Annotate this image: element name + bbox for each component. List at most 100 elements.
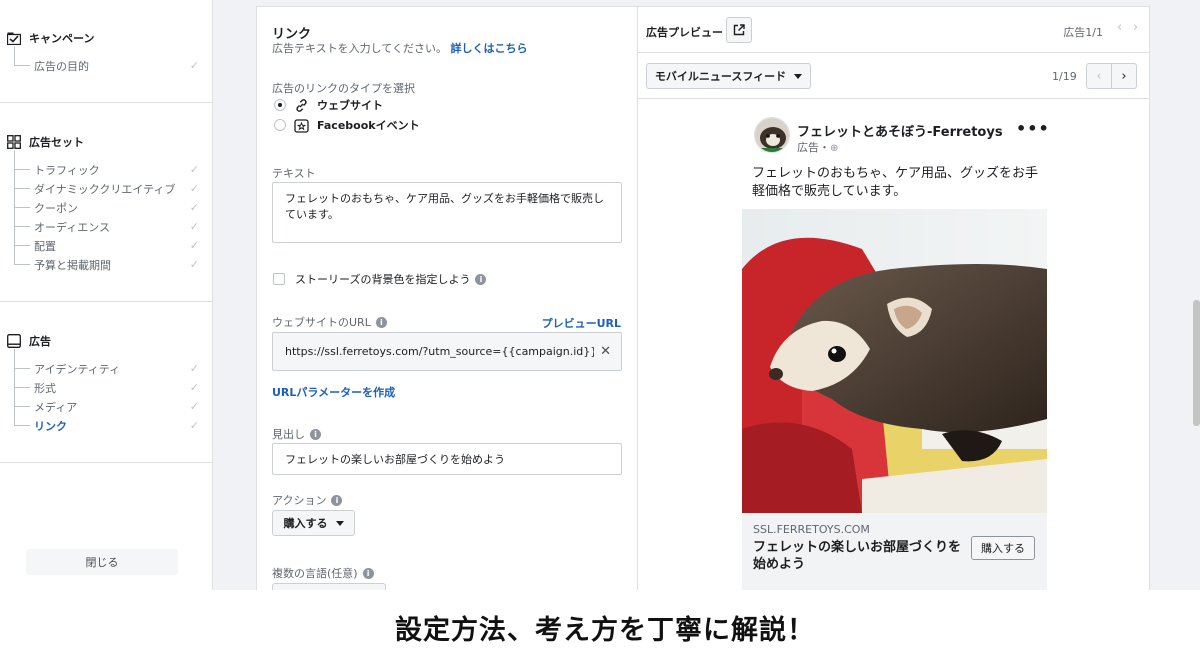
caret-down-icon [794, 73, 803, 79]
sidebar-section-adset[interactable]: 広告セット [6, 134, 84, 150]
ad-count: 広告1/1 [1063, 26, 1103, 39]
sidebar-item-label: リンク [34, 419, 67, 433]
globe-icon: ⊕ [830, 143, 839, 154]
link-editor-panel: リンク 広告テキストを入力してください。 詳しくはこちら 広告のリンクのタイプを… [256, 6, 637, 590]
story-background-option[interactable]: ストーリーズの背景色を指定しよう i [273, 271, 487, 287]
ad-preview-panel: 広告プレビュー 広告1/1 ‹ › モバイルニュースフィード 1/19 ‹ › … [637, 6, 1150, 590]
sidebar-item-label: アイデンティティ [34, 362, 121, 376]
section-subtitle: 広告テキストを入力してください。 詳しくはこちら [272, 42, 528, 55]
sidebar-item-format[interactable]: 形式 ✓ [14, 368, 199, 397]
info-icon[interactable]: i [310, 428, 321, 440]
campaign-folder-icon [6, 31, 21, 46]
preview-title: 広告プレビュー [646, 26, 723, 39]
radio-label: ウェブサイト [317, 99, 383, 112]
external-link-icon [733, 24, 745, 36]
check-icon: ✓ [189, 163, 199, 176]
post-primary-text: フェレットのおもちゃ、ケア用品、グッズをお手軽価格で販売しています。 [752, 166, 1039, 199]
sidebar-section-campaign[interactable]: キャンペーン [6, 30, 94, 46]
action-dropdown[interactable]: 購入する [272, 510, 355, 536]
check-icon: ✓ [189, 239, 199, 252]
check-icon: ✓ [189, 201, 199, 214]
check-icon: ✓ [189, 182, 199, 195]
learn-more-link[interactable]: 詳しくはこちら [451, 42, 528, 55]
link-type-label: 広告のリンクのタイプを選択 [272, 82, 415, 95]
sidebar-item-label: 配置 [34, 239, 56, 253]
radio-facebook-event[interactable]: Facebookイベント [274, 117, 420, 133]
sidebar-section-ad[interactable]: 広告 [6, 333, 51, 349]
action-label: アクション i [272, 492, 343, 508]
website-url-field[interactable]: https://ssl.ferretoys.com/?utm_source={{… [272, 332, 622, 371]
sidebar-item-label: 予算と掲載期間 [34, 258, 111, 272]
ad-image-ferret [742, 209, 1047, 513]
page-name: フェレットとあそぼう-Ferretoys [797, 125, 1003, 140]
radio-button-selected[interactable] [274, 99, 286, 111]
ad-link-section[interactable]: SSL.FERRETOYS.COM フェレットの楽しいお部屋づくりを始めよう 購… [742, 513, 1047, 590]
info-icon[interactable]: i [331, 494, 343, 506]
url-parameters-link[interactable]: URLパラメーターを作成 [272, 384, 395, 400]
ads-manager-app: キャンペーン 広告の目的 ✓ 広告セット トラフィック ✓ ダイナミッククリエイテ… [0, 0, 1200, 590]
info-icon[interactable]: i [375, 316, 387, 328]
sidebar-item-label: オーディエンス [34, 220, 111, 234]
info-icon[interactable]: i [362, 567, 374, 579]
grid-icon [6, 135, 21, 150]
open-external-button[interactable] [726, 17, 752, 43]
sidebar-item-media[interactable]: メディア ✓ [14, 387, 199, 416]
check-icon: ✓ [189, 258, 199, 271]
sidebar-item-objective[interactable]: 広告の目的 ✓ [14, 46, 199, 75]
check-icon: ✓ [189, 220, 199, 233]
sidebar-item-label: 広告の目的 [34, 59, 89, 73]
placement-bar: モバイルニュースフィード 1/19 ‹ › [638, 53, 1149, 99]
sidebar-item-dynamic-creative[interactable]: ダイナミッククリエイティブ ✓ [14, 169, 199, 198]
text-label: テキスト [272, 167, 316, 180]
previous-placement-button[interactable]: ‹ [1086, 63, 1112, 89]
link-icon [294, 98, 309, 113]
sidebar-item-label: クーポン [34, 201, 78, 215]
sidebar-item-link[interactable]: リンク ✓ [14, 406, 199, 435]
sidebar-section-label: キャンペーン [29, 32, 95, 45]
checkbox[interactable] [273, 273, 285, 285]
headline-input[interactable]: フェレットの楽しいお部屋づくりを始めよう [272, 443, 622, 475]
sidebar-section-label: 広告 [29, 335, 51, 348]
check-icon: ✓ [189, 400, 199, 413]
sidebar-item-budget[interactable]: 予算と掲載期間 ✓ [14, 245, 199, 274]
radio-label: Facebookイベント [317, 119, 420, 132]
sidebar-item-traffic[interactable]: トラフィック ✓ [14, 150, 199, 179]
next-placement-button[interactable]: › [1111, 63, 1137, 89]
sidebar-item-label: 形式 [34, 381, 56, 395]
url-label: ウェブサイトのURL i [272, 314, 387, 330]
info-icon[interactable]: i [475, 273, 487, 285]
chevron-right-icon[interactable]: › [1133, 20, 1138, 35]
sidebar-divider [0, 102, 213, 103]
chevron-left-icon[interactable]: ‹ [1117, 20, 1122, 35]
preview-header: 広告プレビュー 広告1/1 ‹ › [638, 7, 1149, 53]
primary-text-input[interactable]: フェレットのおもちゃ、ケア用品、グッズをお手軽価格で販売しています。 [272, 182, 622, 243]
sponsored-label: 広告・⊕ [797, 141, 839, 154]
radio-website[interactable]: ウェブサイト [274, 97, 383, 113]
languages-dropdown[interactable] [272, 583, 386, 590]
placement-page-count: 1/19 [1052, 70, 1077, 83]
domain-text: SSL.FERRETOYS.COM [753, 523, 870, 536]
shop-now-button[interactable]: 購入する [971, 536, 1035, 560]
more-options-icon[interactable]: ••• [1016, 119, 1050, 138]
preview-url-link[interactable]: プレビューURL [542, 315, 621, 331]
sidebar: キャンペーン 広告の目的 ✓ 広告セット トラフィック ✓ ダイナミッククリエイテ… [0, 0, 213, 590]
ad-headline: フェレットの楽しいお部屋づくりを始めよう [753, 540, 962, 572]
languages-label: 複数の言語(任意) i [272, 565, 374, 581]
page-scrollbar[interactable] [1193, 300, 1200, 426]
sidebar-item-label: メディア [34, 400, 78, 414]
sidebar-item-audience[interactable]: オーディエンス ✓ [14, 207, 199, 236]
checkbox-label: ストーリーズの背景色を指定しよう [295, 273, 471, 286]
sidebar-item-placement[interactable]: 配置 ✓ [14, 226, 199, 255]
placement-dropdown[interactable]: モバイルニュースフィード [646, 63, 811, 89]
radio-button[interactable] [274, 119, 286, 131]
sidebar-item-coupon[interactable]: クーポン ✓ [14, 188, 199, 217]
check-icon: ✓ [189, 59, 199, 72]
clear-icon[interactable]: ✕ [600, 344, 611, 359]
check-icon: ✓ [189, 419, 199, 432]
close-button[interactable]: 閉じる [26, 549, 178, 575]
sidebar-divider [0, 301, 213, 302]
ad-monitor-icon [6, 334, 21, 349]
check-icon: ✓ [189, 362, 199, 375]
sidebar-item-identity[interactable]: アイデンティティ ✓ [14, 349, 199, 378]
sidebar-section-label: 広告セット [29, 136, 84, 149]
